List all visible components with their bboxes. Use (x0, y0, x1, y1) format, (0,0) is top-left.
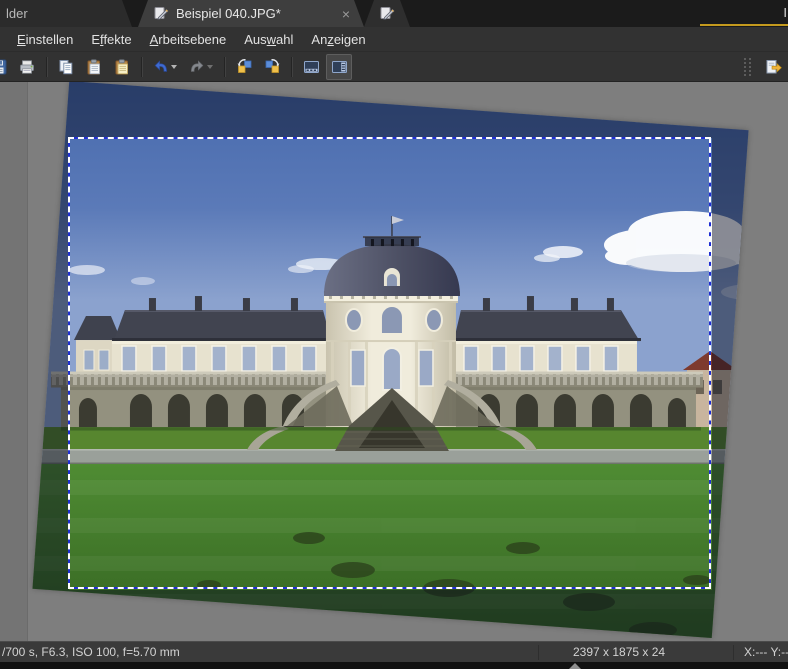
toolbar-separator (224, 57, 225, 77)
main-toolbar (0, 52, 788, 82)
paste-special-icon (114, 59, 130, 75)
panel-bottom-toggle[interactable] (298, 54, 324, 80)
export-button[interactable] (761, 54, 787, 80)
menu-einstellen[interactable]: Einstellen (8, 29, 82, 50)
tab-close-icon[interactable]: × (342, 7, 350, 21)
menubar: Einstellen Effekte Arbeitsebene Auswahl … (0, 27, 788, 52)
statusbar: /700 s, F6.3, ISO 100, f=5.70 mm 2397 x … (0, 641, 788, 662)
status-exif-info: /700 s, F6.3, ISO 100, f=5.70 mm (2, 645, 180, 659)
save-button[interactable] (0, 54, 12, 80)
printer-icon (19, 59, 35, 75)
editor-canvas[interactable] (0, 82, 788, 641)
toolbar-separator (291, 57, 292, 77)
menu-arbeitsebene[interactable]: Arbeitsebene (141, 29, 236, 50)
edit-pencil-icon (154, 5, 169, 23)
panel-right-toggle[interactable] (326, 54, 352, 80)
expand-panel-arrow-icon[interactable] (569, 663, 581, 669)
toolbar-separator (46, 57, 47, 77)
canvas-left-strip (0, 82, 28, 641)
export-icon (765, 59, 783, 75)
menu-effekte[interactable]: Effekte (82, 29, 140, 50)
save-icon (0, 59, 7, 75)
status-separator (538, 645, 539, 660)
module-tab-import[interactable]: I (783, 0, 788, 27)
rotate-left-icon (236, 58, 253, 75)
menu-auswahl[interactable]: Auswahl (235, 29, 302, 50)
redo-dropdown-icon[interactable] (207, 65, 213, 69)
undo-button[interactable] (148, 54, 182, 80)
document-tabbar: lder Beispiel 040.JPG* × I (0, 0, 788, 27)
bottom-panel-bar (0, 662, 788, 669)
paste-special-button[interactable] (109, 54, 135, 80)
paste-button[interactable] (81, 54, 107, 80)
copy-icon (58, 59, 74, 75)
photo-editor-window: lder Beispiel 040.JPG* × I Einstellen Ef… (0, 0, 788, 669)
panel-bottom-icon (303, 59, 320, 75)
tab-next-document[interactable] (364, 0, 410, 27)
status-separator (733, 645, 734, 660)
toolbar-grip-handle[interactable] (744, 58, 752, 76)
rotate-right-button[interactable] (259, 54, 285, 80)
tab-beispiel-040[interactable]: Beispiel 040.JPG* × (138, 0, 364, 27)
menu-anzeigen[interactable]: Anzeigen (302, 29, 374, 50)
tab-bilder[interactable]: lder (0, 0, 132, 27)
edit-pencil-icon (380, 5, 395, 23)
status-image-size: 2397 x 1875 x 24 (573, 645, 665, 659)
status-pointer-coords: X:--- Y:--- (744, 645, 788, 659)
redo-icon (189, 59, 205, 75)
undo-dropdown-icon[interactable] (171, 65, 177, 69)
tab-label: lder (6, 6, 28, 21)
module-accent-underline (700, 24, 788, 26)
redo-button[interactable] (184, 54, 218, 80)
crop-selection-marquee[interactable] (68, 137, 711, 589)
rotate-right-icon (264, 58, 281, 75)
copy-button[interactable] (53, 54, 79, 80)
tab-label: Beispiel 040.JPG* (176, 6, 281, 21)
paste-icon (86, 59, 102, 75)
rotate-left-button[interactable] (231, 54, 257, 80)
toolbar-separator (141, 57, 142, 77)
panel-right-icon (331, 59, 348, 75)
print-button[interactable] (14, 54, 40, 80)
undo-icon (153, 59, 169, 75)
